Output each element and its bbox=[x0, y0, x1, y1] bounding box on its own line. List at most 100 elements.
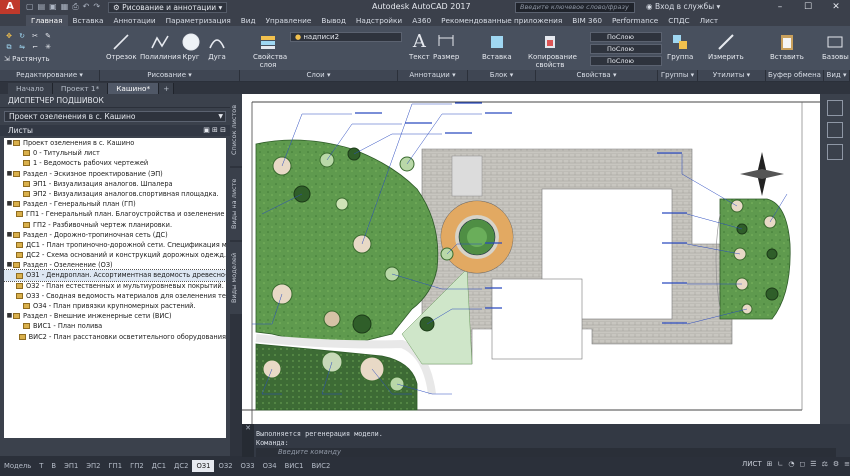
arc-tool[interactable]: Дуга bbox=[207, 32, 227, 61]
mirror-icon[interactable]: ⇋ bbox=[17, 43, 27, 52]
sheet-set-dropdown[interactable]: Проект озеленения в с. Кашино ▼ bbox=[4, 111, 226, 122]
ribbon-tab[interactable]: A360 bbox=[407, 15, 436, 26]
ribbon-tab[interactable]: Вид bbox=[236, 15, 261, 26]
layer-dropdown[interactable]: ● надписи2 bbox=[290, 32, 402, 42]
sheet-toolbar-icons[interactable]: ▣ ⊞ ⊟ bbox=[203, 125, 226, 136]
fillet-icon[interactable]: ⌐ bbox=[30, 43, 40, 52]
sheet-row[interactable]: ОЗ2 - План естественных и мультиуровневы… bbox=[4, 281, 226, 291]
new-tab-button[interactable]: + bbox=[159, 83, 175, 94]
layout-tab[interactable]: ГП1 bbox=[104, 460, 126, 472]
maximize-button[interactable]: ☐ bbox=[794, 0, 822, 14]
zoom-icon[interactable] bbox=[827, 144, 843, 160]
doc-tab-kashino[interactable]: Кашино* bbox=[108, 83, 160, 94]
ribbon-tab[interactable]: Главная bbox=[26, 15, 68, 26]
sheet-row[interactable]: ОЗ1 - Дендроплан. Ассортиментная ведомос… bbox=[4, 269, 226, 282]
layout-tab[interactable]: В bbox=[47, 460, 60, 472]
sheet-row[interactable]: ЭП2 - Визуализация аналогов.спортивная п… bbox=[4, 189, 226, 199]
annotation-scale-icon[interactable]: ⚖ bbox=[822, 460, 828, 468]
layout-tab[interactable]: ОЗ1 bbox=[192, 460, 215, 472]
layout-tab[interactable]: ОЗ2 bbox=[214, 460, 236, 472]
lineweight-icon[interactable]: ☰ bbox=[810, 460, 816, 468]
print-icon[interactable]: ⎙ bbox=[72, 2, 78, 12]
sign-in-button[interactable]: ◉ Вход в службы ▾ bbox=[646, 2, 720, 11]
layout-tab[interactable]: ЭП1 bbox=[60, 460, 82, 472]
sheet-subset-row[interactable]: ■ Раздел - Дорожно-тропиночная сеть (ДС) bbox=[4, 230, 226, 240]
circle-tool[interactable]: Круг bbox=[181, 32, 201, 61]
ribbon-tab[interactable]: Вставка bbox=[68, 15, 109, 26]
sheet-subset-row[interactable]: ■ Раздел - Внешние инженерные сети (ВИС) bbox=[4, 311, 226, 321]
workspace-selector[interactable]: ⚙ Рисование и аннотации ▾ bbox=[108, 1, 228, 13]
ribbon-tab[interactable]: Надстройки bbox=[351, 15, 407, 26]
ribbon-panel-title[interactable]: Группы ▾ bbox=[658, 70, 698, 81]
ribbon-tab[interactable]: Performance bbox=[607, 15, 663, 26]
ribbon-tab[interactable]: Управление bbox=[261, 15, 317, 26]
drawing-canvas[interactable] bbox=[242, 94, 820, 424]
ribbon-tab[interactable]: Рекомендованные приложения bbox=[436, 15, 567, 26]
explode-icon[interactable]: ✳ bbox=[43, 43, 53, 52]
text-tool[interactable]: A Текст bbox=[409, 32, 430, 62]
tab-sheet-views[interactable]: Виды на листе bbox=[230, 168, 242, 240]
layout-tab[interactable]: Т bbox=[35, 460, 47, 472]
sheet-row[interactable]: ОЗ3 - Сводная ведомость материалов для о… bbox=[4, 291, 226, 301]
tab-model-views[interactable]: Виды моделей bbox=[230, 242, 242, 314]
customize-icon[interactable]: ≡ bbox=[844, 460, 850, 468]
layout-tab[interactable]: ЭП2 bbox=[82, 460, 104, 472]
save-as-icon[interactable]: ▦ bbox=[61, 2, 69, 12]
close-button[interactable]: ✕ bbox=[822, 0, 850, 14]
layout-tab[interactable]: Модель bbox=[0, 460, 35, 472]
search-input[interactable]: Введите ключевое слово/фразу bbox=[515, 2, 635, 13]
redo-icon[interactable]: ↷ bbox=[93, 2, 100, 12]
layout-tab[interactable]: ГП2 bbox=[126, 460, 148, 472]
erase-icon[interactable]: ✎ bbox=[43, 32, 53, 40]
command-input[interactable]: Введите команду bbox=[256, 448, 836, 457]
ribbon-tab[interactable]: Вывод bbox=[316, 15, 351, 26]
steering-wheel-icon[interactable] bbox=[827, 100, 843, 116]
ribbon-tab[interactable]: Лист bbox=[695, 15, 724, 26]
layout-tab[interactable]: ДС2 bbox=[170, 460, 192, 472]
app-menu-button[interactable]: A bbox=[0, 0, 20, 14]
layout-tab[interactable]: ДС1 bbox=[148, 460, 170, 472]
paste-tool[interactable]: Вставить bbox=[770, 32, 804, 61]
snap-icon[interactable]: ⊞ bbox=[767, 460, 773, 468]
group-tool[interactable]: Группа bbox=[667, 32, 693, 61]
sheet-subset-row[interactable]: ■ Раздел - Генеральный план (ГП) bbox=[4, 199, 226, 209]
layout-tab[interactable]: ВИС2 bbox=[307, 460, 334, 472]
layout-tab[interactable]: ОЗ3 bbox=[237, 460, 259, 472]
sheet-row[interactable]: 1 - Ведомость рабочих чертежей bbox=[4, 158, 226, 168]
ribbon-panel-title[interactable]: Свойства ▾ bbox=[536, 70, 658, 81]
match-properties-tool[interactable]: Копирование свойств bbox=[528, 32, 577, 69]
dimension-tool[interactable]: Размер bbox=[433, 32, 459, 61]
trim-icon[interactable]: ✂ bbox=[30, 32, 40, 40]
ribbon-panel-title[interactable]: Вид ▾ bbox=[824, 70, 850, 81]
paper-space-indicator[interactable]: ЛИСТ bbox=[742, 460, 762, 468]
sheet-row[interactable]: ВИС2 - План расстановки осветительного о… bbox=[4, 332, 226, 342]
ribbon-tab[interactable]: BIM 360 bbox=[567, 15, 607, 26]
ribbon-panel-title[interactable]: Блок ▾ bbox=[468, 70, 536, 81]
ribbon-panel-title[interactable]: Утилиты ▾ bbox=[698, 70, 766, 81]
sheet-row[interactable]: ГП2 - Разбивочный чертеж планировки. bbox=[4, 220, 226, 230]
lineweight-dropdown[interactable]: ПоСлою bbox=[590, 56, 662, 66]
sheet-row[interactable]: ОЗ4 - План привязки крупномерных растени… bbox=[4, 301, 226, 311]
insert-tool[interactable]: Вставка bbox=[482, 32, 512, 61]
command-close-icon[interactable]: ✕ bbox=[242, 424, 254, 457]
save-icon[interactable]: ▣ bbox=[49, 2, 57, 12]
new-file-icon[interactable]: ▢ bbox=[26, 2, 34, 12]
rotate-icon[interactable]: ↻ bbox=[17, 32, 27, 40]
undo-icon[interactable]: ↶ bbox=[83, 2, 90, 12]
layer-properties-tool[interactable]: Свойства слоя bbox=[253, 32, 287, 69]
collapse-toggle-icon[interactable]: ■ bbox=[6, 169, 13, 179]
base-view-tool[interactable]: Базовы bbox=[822, 32, 849, 61]
ribbon-panel-title[interactable]: Аннотации ▾ bbox=[398, 70, 468, 81]
open-folder-icon[interactable]: ▤ bbox=[38, 2, 46, 12]
ribbon-panel-title[interactable]: Слои ▾ bbox=[240, 70, 398, 81]
pan-icon[interactable] bbox=[827, 122, 843, 138]
move-icon[interactable]: ✥ bbox=[4, 32, 14, 40]
copy-icon[interactable]: ⧉ bbox=[4, 43, 14, 52]
color-dropdown[interactable]: ПоСлою bbox=[590, 32, 662, 42]
ribbon-panel-title[interactable]: Буфер обмена bbox=[766, 70, 824, 81]
collapse-toggle-icon[interactable]: ■ bbox=[6, 199, 13, 209]
doc-tab-project1[interactable]: Проект 1* bbox=[52, 83, 109, 94]
layout-tab[interactable]: ОЗ4 bbox=[259, 460, 281, 472]
ribbon-tab[interactable]: СПДС bbox=[663, 15, 694, 26]
ribbon-panel-title[interactable]: Рисование ▾ bbox=[100, 70, 240, 81]
